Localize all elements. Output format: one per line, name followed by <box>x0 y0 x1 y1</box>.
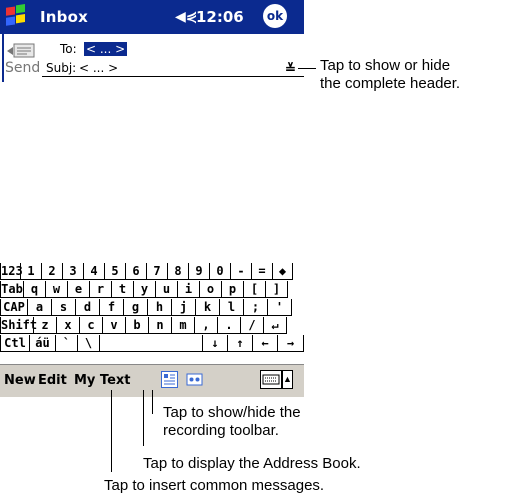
keyboard-row: 123 1 2 3 4 5 6 7 8 9 0- = ◆ <box>0 263 304 280</box>
callout-recording: Tap to show/hide the recording toolbar. <box>163 404 301 439</box>
down-key[interactable]: ↓ <box>203 335 228 352</box>
device-screen: Inbox ◀⋞ 12:06 ok Send To: < ... > Subj:… <box>0 0 304 397</box>
key[interactable]: 1 <box>21 263 42 280</box>
key[interactable]: . <box>218 317 241 334</box>
key[interactable]: \ <box>78 335 100 352</box>
callout-address-book: Tap to display the Address Book. <box>143 455 361 472</box>
keyboard-row: Ctl áü ` \ ↓ ↑ ← → <box>0 335 304 352</box>
key[interactable]: g <box>124 299 148 316</box>
key[interactable]: r <box>90 281 112 298</box>
send-icon[interactable] <box>6 42 40 60</box>
subject-label: Subj: <box>46 61 77 75</box>
to-label: To: <box>60 42 77 56</box>
window-title: Inbox <box>40 8 88 26</box>
message-body[interactable] <box>0 78 304 244</box>
keyboard-row: Shift z x c v b n m,. / ↵ <box>0 317 304 334</box>
to-field[interactable]: < ... > <box>84 42 128 56</box>
key[interactable]: s <box>52 299 76 316</box>
numeric-key[interactable]: 123 <box>0 263 23 280</box>
key[interactable]: , <box>195 317 218 334</box>
key[interactable]: - <box>231 263 252 280</box>
callout-line-address-book <box>143 390 144 446</box>
ok-button[interactable]: ok <box>263 4 287 28</box>
expand-header-icon[interactable]: ≚ <box>285 62 296 75</box>
title-bar: Inbox ◀⋞ 12:06 ok <box>0 0 304 34</box>
tab-key[interactable]: Tab <box>0 281 24 298</box>
clock[interactable]: 12:06 <box>196 8 244 26</box>
key[interactable]: a <box>28 299 52 316</box>
key[interactable]: o <box>200 281 222 298</box>
keyboard-row: Tab q w e r t y u i o p[] <box>0 281 304 298</box>
key[interactable]: 8 <box>168 263 189 280</box>
key[interactable]: k <box>196 299 220 316</box>
key[interactable]: p <box>222 281 244 298</box>
key[interactable]: w <box>46 281 68 298</box>
key[interactable]: i <box>178 281 200 298</box>
divider <box>2 30 4 82</box>
key[interactable]: x <box>57 317 80 334</box>
key[interactable]: u <box>156 281 178 298</box>
key[interactable]: f <box>100 299 124 316</box>
key[interactable]: t <box>112 281 134 298</box>
ctrl-key[interactable]: Ctl <box>0 335 30 352</box>
header-divider <box>42 76 304 77</box>
callout-my-text: Tap to insert common messages. <box>104 477 325 494</box>
start-menu-icon[interactable] <box>4 2 32 30</box>
menu-new[interactable]: New <box>4 373 36 388</box>
keyboard-row: CAP a s d f g h j k l; ' <box>0 299 304 316</box>
volume-icon[interactable]: ◀⋞ <box>175 9 198 25</box>
callout-line-header <box>298 68 316 69</box>
key[interactable]: m <box>172 317 195 334</box>
key[interactable]: ` <box>56 335 78 352</box>
enter-key[interactable]: ↵ <box>264 317 287 334</box>
key[interactable]: v <box>103 317 126 334</box>
up-key[interactable]: ↑ <box>228 335 253 352</box>
recording-icon[interactable] <box>186 371 203 388</box>
address-book-icon[interactable] <box>161 371 178 388</box>
key[interactable]: ' <box>268 299 292 316</box>
key[interactable]: l <box>220 299 244 316</box>
key[interactable]: / <box>241 317 264 334</box>
send-button[interactable]: Send <box>5 60 40 76</box>
key[interactable]: n <box>149 317 172 334</box>
key[interactable]: h <box>148 299 172 316</box>
key[interactable]: 4 <box>84 263 105 280</box>
key[interactable]: 0 <box>210 263 231 280</box>
key[interactable]: = <box>252 263 273 280</box>
backspace-key[interactable]: ◆ <box>273 263 293 280</box>
menu-my-text[interactable]: My Text <box>74 373 131 388</box>
key[interactable]: z <box>34 317 57 334</box>
callout-line-my-text <box>111 390 112 472</box>
soft-keyboard: 123 1 2 3 4 5 6 7 8 9 0- = ◆ Tab q w e r t y u i o p[] CAP a s d f g h… <box>0 262 304 364</box>
key[interactable]: 5 <box>105 263 126 280</box>
key[interactable]: y <box>134 281 156 298</box>
shift-key[interactable]: Shift <box>0 317 37 334</box>
key[interactable]: 7 <box>147 263 168 280</box>
key[interactable]: 6 <box>126 263 147 280</box>
key[interactable]: ] <box>266 281 288 298</box>
key[interactable]: d <box>76 299 100 316</box>
caps-key[interactable]: CAP <box>0 299 28 316</box>
space-key[interactable] <box>100 335 203 352</box>
key[interactable]: ; <box>244 299 268 316</box>
key[interactable]: 3 <box>63 263 84 280</box>
keyboard-icon[interactable] <box>260 370 282 389</box>
key[interactable]: 9 <box>189 263 210 280</box>
key[interactable]: q <box>24 281 46 298</box>
input-selector-arrow-icon[interactable]: ▲ <box>282 370 293 389</box>
key[interactable]: [ <box>244 281 266 298</box>
key[interactable]: j <box>172 299 196 316</box>
left-key[interactable]: ← <box>253 335 278 352</box>
key[interactable]: 2 <box>42 263 63 280</box>
callout-line-recording <box>152 390 153 414</box>
key[interactable]: b <box>126 317 149 334</box>
key[interactable]: e <box>68 281 90 298</box>
menu-edit[interactable]: Edit <box>38 373 67 388</box>
subject-field[interactable]: < ... > <box>79 61 118 75</box>
key[interactable]: c <box>80 317 103 334</box>
callout-header: Tap to show or hide the complete header. <box>320 57 461 92</box>
right-key[interactable]: → <box>278 335 304 352</box>
key[interactable]: áü <box>30 335 56 352</box>
